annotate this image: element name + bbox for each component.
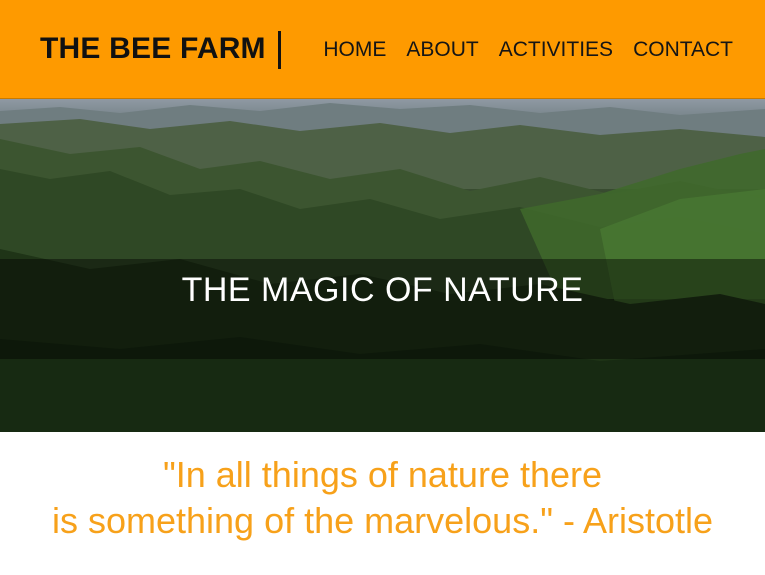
hero-banner: THE MAGIC OF NATURE [0,99,765,432]
site-header: THE BEE FARM HOME ABOUT ACTIVITIES CONTA… [0,0,765,99]
nav-home-link[interactable]: HOME [323,38,386,62]
quote-line-1: "In all things of nature there [162,454,603,495]
nav-about-link[interactable]: ABOUT [406,38,478,62]
nav-activities-link[interactable]: ACTIVITIES [499,38,613,62]
brand-logo-text[interactable]: THE BEE FARM [40,32,266,66]
hero-title: THE MAGIC OF NATURE [181,271,584,309]
main-nav: HOME ABOUT ACTIVITIES CONTACT [323,38,733,62]
quote-line-2: is something of the marvelous." - Aristo… [51,500,714,541]
nav-contact-link[interactable]: CONTACT [633,38,733,62]
nature-quote: "In all things of nature there is someth… [0,452,765,544]
brand-divider [278,31,281,69]
